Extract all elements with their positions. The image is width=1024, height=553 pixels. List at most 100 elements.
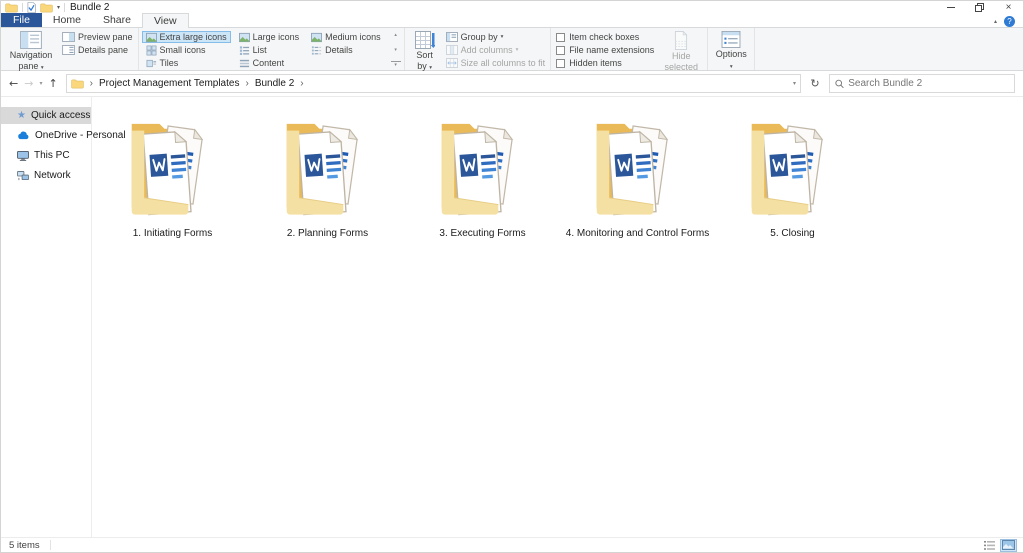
options-button[interactable]: Options▾ <box>711 30 751 72</box>
new-folder-icon[interactable] <box>40 3 53 13</box>
folder-label: 4. Monitoring and Control Forms <box>566 228 709 239</box>
navigation-pane: ★ Quick access OneDrive - Personal This … <box>1 97 92 539</box>
folder-contents-view[interactable]: 1. Initiating Forms 2. Planning Forms 3.… <box>92 97 1023 539</box>
folder-item[interactable]: 4. Monitoring and Control Forms <box>560 115 715 239</box>
folder-item[interactable]: 3. Executing Forms <box>405 115 560 239</box>
window-controls: × <box>936 1 1023 14</box>
help-icon[interactable]: ? <box>1004 16 1015 27</box>
layout-option-details[interactable]: Details <box>307 44 385 56</box>
folder-item[interactable]: 2. Planning Forms <box>250 115 405 239</box>
checkbox-icon <box>556 59 565 68</box>
sort-by-button[interactable]: Sort by ▾ <box>408 30 442 73</box>
details-pane-icon <box>62 45 75 55</box>
search-input[interactable] <box>848 78 1009 89</box>
tiles-icon <box>146 58 157 69</box>
layout-option-medium-icons[interactable]: Medium icons <box>307 31 385 43</box>
details-view-toggle-icon <box>983 540 996 551</box>
address-box[interactable]: › Project Management Templates › Bundle … <box>66 74 801 93</box>
size-columns-button[interactable]: Size all columns to fit <box>444 57 548 69</box>
properties-icon[interactable] <box>27 2 36 13</box>
items-count: 5 items <box>9 540 40 551</box>
add-columns-button[interactable]: Add columns ▾ <box>444 44 548 56</box>
explorer-body: ★ Quick access OneDrive - Personal This … <box>1 97 1023 539</box>
sort-by-icon <box>415 31 435 49</box>
scroll-down-icon[interactable]: ▾ <box>391 47 401 53</box>
chevron-down-icon: ▾ <box>501 34 504 40</box>
tab-share[interactable]: Share <box>92 13 142 27</box>
refresh-button[interactable]: ↻ <box>805 74 825 93</box>
close-button[interactable]: × <box>994 1 1023 14</box>
sidebar-item-onedrive[interactable]: OneDrive - Personal <box>1 127 91 144</box>
qat-separator <box>64 3 65 12</box>
details-view-toggle-button[interactable] <box>981 539 998 552</box>
tab-view[interactable]: View <box>142 13 189 28</box>
layout-option-small-icons[interactable]: Small icons <box>142 44 231 56</box>
hidden-items-label: Hidden items <box>569 58 622 68</box>
details-pane-label: Details pane <box>78 45 128 55</box>
file-name-extensions-checkbox[interactable]: File name extensions <box>554 44 656 56</box>
layout-option-tiles[interactable]: Tiles <box>142 57 231 69</box>
checkbox-icon <box>556 46 565 55</box>
list-icon <box>239 45 250 56</box>
location-folder-icon <box>71 79 84 89</box>
ribbon-group-panes: Navigation pane ▾ Preview pane Details p… <box>1 28 139 70</box>
sidebar-item-quick-access[interactable]: ★ Quick access <box>1 107 91 124</box>
navigation-pane-button[interactable]: Navigation pane ▾ <box>4 30 58 73</box>
folder-label: 3. Executing Forms <box>439 228 525 239</box>
thumbnails-view-toggle-icon <box>1002 540 1015 550</box>
thumbnails-view-toggle-button[interactable] <box>1000 539 1017 552</box>
tab-file[interactable]: File <box>1 13 42 27</box>
back-button[interactable]: ← <box>9 78 18 89</box>
folder-label: 2. Planning Forms <box>287 228 368 239</box>
layout-gallery-scroll[interactable]: ▴ ▾ ▾ <box>391 31 401 69</box>
this-pc-monitor-icon <box>17 151 29 161</box>
tab-home[interactable]: Home <box>42 13 92 27</box>
breadcrumb-separator[interactable]: › <box>243 78 250 89</box>
search-box[interactable] <box>829 74 1015 93</box>
sidebar-item-network[interactable]: Network <box>1 167 91 184</box>
layout-option-extra-large-icons[interactable]: Extra large icons <box>142 31 231 43</box>
options-icon <box>721 31 741 48</box>
layout-option-large-icons[interactable]: Large icons <box>235 31 304 43</box>
add-columns-icon <box>446 45 458 55</box>
breadcrumb-item[interactable]: Bundle 2 <box>255 78 294 89</box>
restore-icon <box>975 3 984 12</box>
breadcrumb-item[interactable]: Project Management Templates <box>99 78 239 89</box>
address-dropdown-icon[interactable]: ▾ <box>793 80 796 87</box>
ribbon-group-options: Options▾ <box>708 28 755 70</box>
recent-locations-chevron-icon[interactable]: ▾ <box>39 81 42 87</box>
chevron-down-icon: ▾ <box>429 65 432 71</box>
ribbon-tab-row: File Home Share View ▴ ? <box>1 14 1023 28</box>
item-check-boxes-label: Item check boxes <box>569 32 639 42</box>
item-check-boxes-checkbox[interactable]: Item check boxes <box>554 31 656 43</box>
network-icon <box>17 171 29 181</box>
folder-icon <box>590 115 686 225</box>
preview-pane-button[interactable]: Preview pane <box>60 31 135 43</box>
gallery-more-icon[interactable]: ▾ <box>391 61 401 68</box>
details-pane-button[interactable]: Details pane <box>60 44 135 56</box>
qat-customize-chevron-icon[interactable]: ▾ <box>57 4 60 11</box>
ribbon: Navigation pane ▾ Preview pane Details p… <box>1 28 1023 71</box>
add-columns-label: Add columns <box>461 45 513 55</box>
breadcrumb-separator[interactable]: › <box>298 78 305 89</box>
medium-icons-icon <box>311 32 322 43</box>
sidebar-item-this-pc[interactable]: This PC <box>1 147 91 164</box>
minimize-button[interactable] <box>936 1 965 14</box>
preview-pane-label: Preview pane <box>78 32 133 42</box>
folder-item[interactable]: 5. Closing <box>715 115 870 239</box>
up-button[interactable]: ↑ <box>48 78 57 89</box>
layout-option-list[interactable]: List <box>235 44 304 56</box>
collapse-ribbon-icon[interactable]: ▴ <box>994 18 997 25</box>
group-by-button[interactable]: Group by ▾ <box>444 31 548 43</box>
ribbon-group-layout: Extra large icons Small icons Tiles <box>139 28 405 70</box>
forward-button[interactable]: → <box>24 78 33 89</box>
extra-large-icons-icon <box>146 32 157 43</box>
size-columns-label: Size all columns to fit <box>461 58 546 68</box>
folder-icon <box>435 115 531 225</box>
layout-option-content[interactable]: Content <box>235 57 304 69</box>
scroll-up-icon[interactable]: ▴ <box>391 32 401 38</box>
folder-item[interactable]: 1. Initiating Forms <box>95 115 250 239</box>
restore-button[interactable] <box>965 1 994 14</box>
breadcrumb-separator: › <box>88 78 95 89</box>
hidden-items-checkbox[interactable]: Hidden items <box>554 57 656 69</box>
